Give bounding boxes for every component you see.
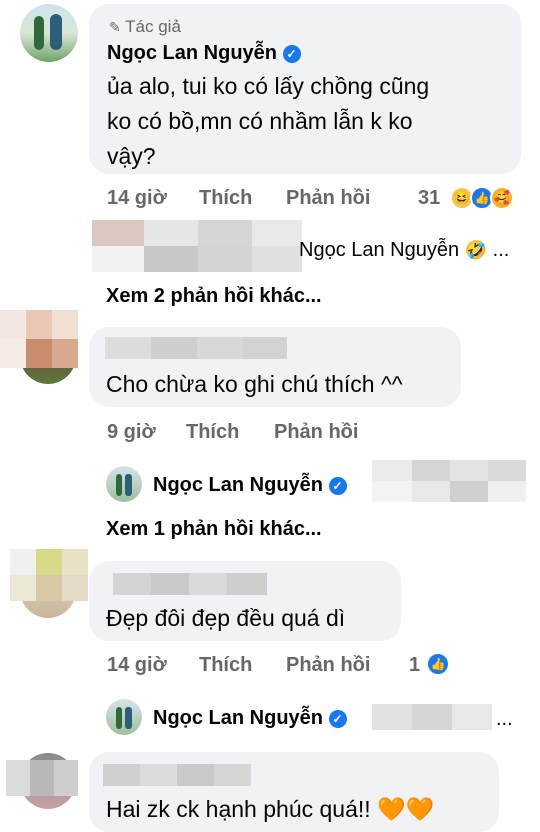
verified-icon: ✓ [328, 477, 347, 495]
reply-author-name[interactable]: Ngọc Lan Nguyễn ✓ [153, 474, 347, 497]
like-button[interactable]: Thích [199, 654, 252, 677]
care-icon: 🥰 [490, 186, 514, 210]
blurred-reply-text [372, 460, 526, 502]
reply-button[interactable]: Phản hồi [274, 421, 358, 444]
comment-bubble: Cho chừa ko ghi chú thích ^^ [89, 327, 461, 407]
author-comment-text: ủa alo, tui ko có lấy chồng cũng ko có b… [107, 73, 430, 169]
comment-time: 9 giờ [107, 421, 156, 443]
blurred-avatar [0, 310, 78, 368]
like-icon: 👍 [426, 652, 450, 676]
author-badge: ✎ Tác giả [109, 17, 181, 36]
reply-preview-text[interactable]: Ngọc Lan Nguyễn 🤣 ... [299, 239, 509, 262]
comment-time: 14 giờ [107, 654, 167, 676]
comment-text: Đẹp đôi đẹp đều quá dì [106, 605, 346, 631]
haha-icon: 🤣 [464, 240, 488, 260]
author-comment-bubble: ✎ Tác giả Ngọc Lan Nguyễn ✓ ủa alo, tui … [89, 4, 521, 174]
comment-time: 14 giờ [107, 187, 167, 209]
author-avatar[interactable] [106, 699, 142, 735]
blurred-avatar [6, 760, 78, 796]
comment-actions: 9 giờ Thích Phản hồi [0, 421, 540, 447]
reaction-count[interactable]: 1 [409, 654, 420, 677]
reply-author-name[interactable]: Ngọc Lan Nguyễn ✓ [153, 707, 347, 730]
verified-icon: ✓ [282, 45, 301, 63]
blurred-name [92, 220, 302, 272]
blurred-name [103, 764, 251, 786]
blurred-name [105, 337, 287, 359]
blurred-avatar [10, 549, 88, 601]
reply-button[interactable]: Phản hồi [286, 654, 370, 677]
comment-text: Hai zk ck hạnh phúc quá!! 🧡🧡 [106, 796, 435, 822]
comment-bubble: Hai zk ck hạnh phúc quá!! 🧡🧡 [89, 752, 499, 832]
comment-bubble: Đẹp đôi đẹp đều quá dì [89, 561, 401, 641]
verified-icon: ✓ [328, 710, 347, 728]
reaction-count[interactable]: 31 [418, 187, 440, 210]
author-avatar[interactable] [106, 466, 142, 502]
blurred-name [113, 573, 267, 595]
author-avatar[interactable] [20, 4, 78, 62]
reply-button[interactable]: Phản hồi [286, 187, 370, 210]
comment-text: Cho chừa ko ghi chú thích ^^ [106, 371, 403, 397]
pencil-icon: ✎ [109, 19, 121, 35]
view-more-replies[interactable]: Xem 2 phản hồi khác... [106, 285, 322, 308]
like-button[interactable]: Thích [199, 187, 252, 210]
blurred-reply-text [372, 704, 492, 730]
reply-preview-ellipsis: ... [496, 708, 513, 730]
like-button[interactable]: Thích [186, 421, 239, 444]
author-name[interactable]: Ngọc Lan Nguyễn ✓ [107, 42, 301, 65]
view-more-replies[interactable]: Xem 1 phản hồi khác... [106, 518, 322, 541]
orange-heart-icon: 🧡🧡 [377, 796, 435, 822]
comment-actions: 14 giờ Thích Phản hồi 1 [0, 654, 540, 680]
